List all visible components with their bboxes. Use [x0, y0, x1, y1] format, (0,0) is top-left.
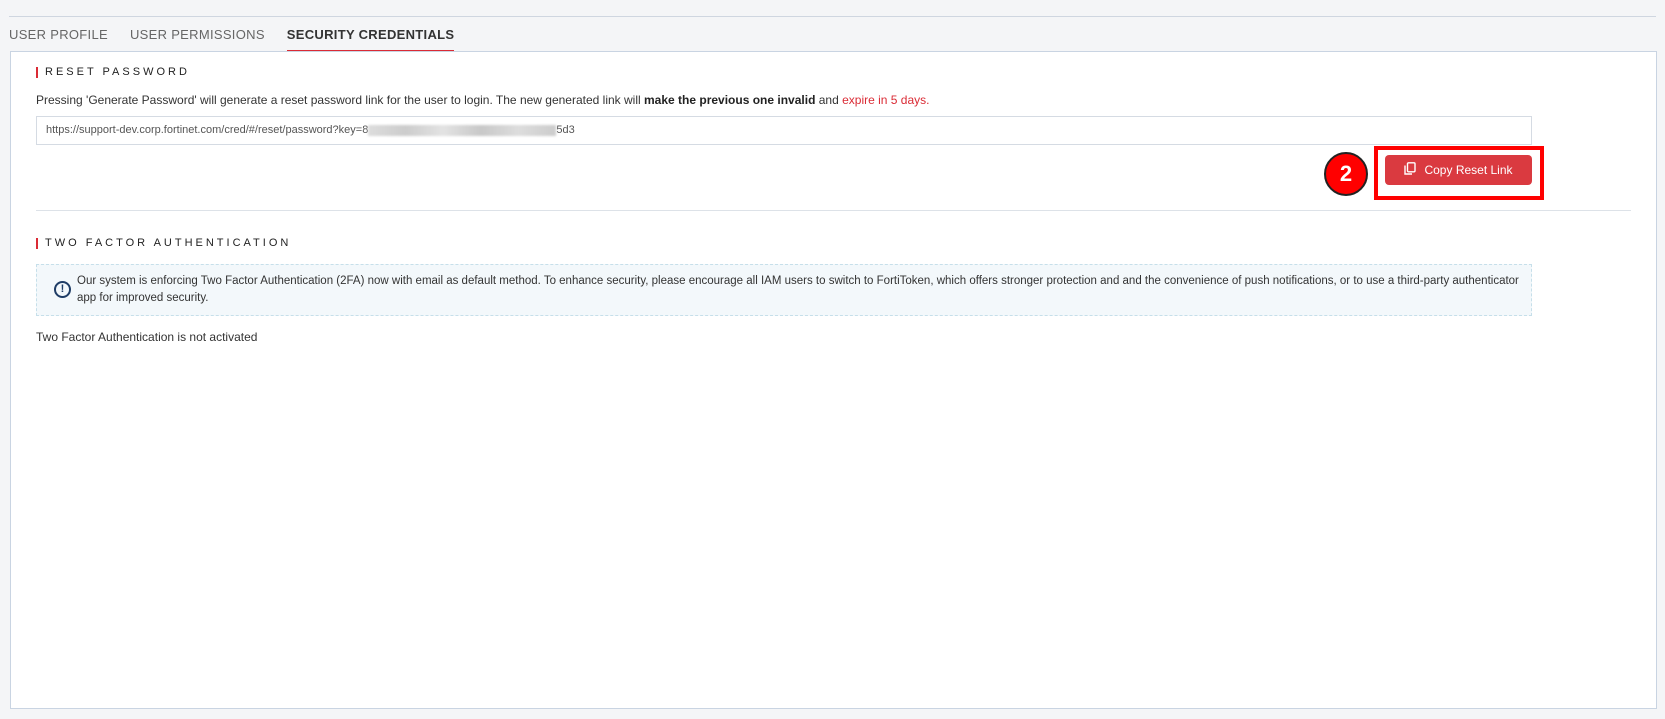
reset-password-heading: RESET PASSWORD: [36, 67, 190, 78]
tfa-status: Two Factor Authentication is not activat…: [36, 330, 258, 344]
desc-and: and: [815, 93, 843, 107]
two-factor-heading: TWO FACTOR AUTHENTICATION: [36, 238, 291, 249]
copy-icon: [1404, 162, 1417, 178]
security-credentials-panel: RESET PASSWORD Pressing 'Generate Passwo…: [10, 51, 1657, 709]
url-suffix: 5d3: [556, 124, 575, 136]
step-badge: 2: [1324, 152, 1368, 196]
section-divider: [36, 210, 1631, 211]
copy-reset-link-button[interactable]: Copy Reset Link: [1385, 155, 1532, 185]
info-icon: !: [54, 281, 71, 298]
tab-user-profile[interactable]: USER PROFILE: [9, 27, 108, 53]
reset-description: Pressing 'Generate Password' will genera…: [36, 93, 930, 107]
tab-user-permissions[interactable]: USER PERMISSIONS: [130, 27, 265, 53]
tab-security-credentials[interactable]: SECURITY CREDENTIALS: [286, 27, 455, 53]
copy-label: Copy Reset Link: [1424, 163, 1513, 177]
desc-text: Pressing 'Generate Password' will genera…: [36, 93, 645, 107]
tfa-notice-text: Our system is enforcing Two Factor Authe…: [77, 275, 1519, 304]
desc-expire: expire in 5 days.: [842, 93, 930, 107]
tfa-notice: ! Our system is enforcing Two Factor Aut…: [36, 264, 1532, 316]
redacted-key: [368, 125, 557, 136]
tab-bar: USER PROFILE USER PERMISSIONS SECURITY C…: [9, 27, 455, 53]
url-prefix: https://support-dev.corp.fortinet.com/cr…: [46, 124, 369, 136]
reset-link-field[interactable]: https://support-dev.corp.fortinet.com/cr…: [36, 116, 1532, 145]
top-divider: [9, 16, 1656, 17]
desc-bold: make the previous one invalid: [644, 93, 816, 107]
